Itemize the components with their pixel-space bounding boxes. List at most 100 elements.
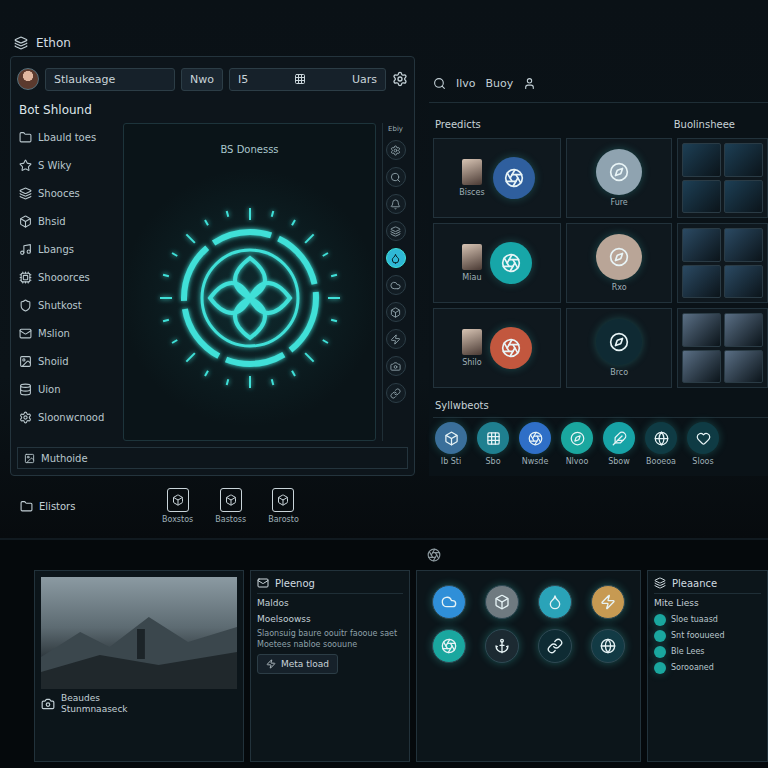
article-heading: Maldos (257, 598, 403, 610)
stage-label: BS Donesss (220, 124, 278, 155)
status-bar: Muthoide (17, 447, 408, 469)
shortcut[interactable]: Sbo (477, 422, 509, 466)
action-button[interactable]: Meta tload (257, 654, 338, 674)
shortcut-circle (687, 422, 719, 454)
sidebar-item[interactable]: Shooces (17, 179, 117, 207)
tool-button[interactable] (386, 248, 406, 268)
control-panel: StlaukeageNwoI5UarsBot ShloundLbauld toe… (10, 56, 415, 476)
shortcut[interactable]: Ib Sti (435, 422, 467, 466)
compass-icon (609, 162, 629, 182)
shortcut[interactable]: Nwsde (519, 422, 551, 466)
top-bar-item[interactable]: Buoy (486, 77, 514, 90)
details-row[interactable]: Snt foouueed (654, 630, 761, 642)
value-field[interactable]: I5Uars (229, 68, 386, 91)
item-icon (19, 243, 32, 256)
shortcut-circle (645, 422, 677, 454)
tool-button[interactable] (386, 194, 406, 214)
sidebar-item[interactable]: Lbauld toes (17, 123, 117, 151)
card-thumb: Bisces (459, 159, 484, 197)
gear-icon[interactable] (392, 71, 408, 87)
details-row[interactable]: Sorooaned (654, 662, 761, 674)
launcher-tile[interactable]: Boxstos (162, 488, 193, 524)
card-circle (596, 319, 642, 365)
card[interactable] (677, 308, 768, 388)
card[interactable]: Bisces (433, 138, 561, 218)
tool-button[interactable] (386, 302, 406, 322)
app-button[interactable] (432, 629, 466, 663)
app-button[interactable] (591, 629, 625, 663)
card-grid: Bisces FureMiauRxoShilo Brco (433, 138, 768, 388)
gallery-tile (682, 265, 721, 299)
sidebar-item[interactable]: Shutkost (17, 291, 117, 319)
tool-button[interactable] (386, 167, 406, 187)
card[interactable]: Shilo (433, 308, 561, 388)
shortcut[interactable]: Nlvoo (561, 422, 593, 466)
sidebar-item[interactable]: Bhsid (17, 207, 117, 235)
profile-field[interactable]: Stlaukeage (45, 68, 175, 91)
tool-button[interactable] (386, 140, 406, 160)
app-button[interactable] (432, 585, 466, 619)
shortcut[interactable]: Booeoa (645, 422, 677, 466)
shortcut[interactable]: Sbow (603, 422, 635, 466)
app-button[interactable] (538, 629, 572, 663)
tool-icon (390, 334, 401, 345)
sidebar-item[interactable]: Lbangs (17, 235, 117, 263)
user-text: Uars (352, 73, 377, 86)
panel-header: Stlaukeage Nwo I5Uars (17, 63, 408, 95)
top-bar-item[interactable]: Ilvo (456, 77, 476, 90)
tool-button[interactable] (386, 383, 406, 403)
sidebar-item[interactable]: Sloonwcnood (17, 403, 117, 431)
gallery-tile (682, 143, 721, 177)
app-button[interactable] (591, 585, 625, 619)
article-title: Pleenog (257, 577, 403, 594)
row-dot (654, 630, 666, 642)
top-bar: Ilvo Buoy (429, 70, 768, 96)
app-button[interactable] (485, 629, 519, 663)
launcher-tile[interactable]: Barosto (268, 488, 299, 524)
shortcut-circle (603, 422, 635, 454)
details-row[interactable]: Sloe tuaasd (654, 614, 761, 626)
tool-button[interactable] (386, 329, 406, 349)
card-circle (490, 327, 532, 369)
dock-grid: BeaudesStunmnaaseckPleenogMaldosMoelsoow… (0, 570, 768, 768)
sidebar-item[interactable]: Shoiid (17, 347, 117, 375)
shortcut-circle (561, 422, 593, 454)
sidebar-item[interactable]: S Wiky (17, 151, 117, 179)
tool-button[interactable] (386, 356, 406, 376)
user-icon[interactable] (523, 77, 536, 90)
panel-body: Lbauld toesS WikyShoocesBhsidLbangsShooo… (17, 123, 408, 441)
layers-icon (654, 577, 666, 589)
details-subtitle: Mite Liess (654, 598, 761, 610)
thumb (462, 159, 482, 185)
app-icon (441, 638, 457, 654)
app-button[interactable] (538, 585, 572, 619)
tool-button[interactable] (386, 275, 406, 295)
item-icon (19, 131, 32, 144)
card[interactable]: Rxo (566, 223, 673, 303)
sidebar-item[interactable]: Mslion (17, 319, 117, 347)
gallery-tile (682, 228, 721, 262)
sidebar-item[interactable]: Shooorces (17, 263, 117, 291)
card[interactable]: Miau (433, 223, 561, 303)
card[interactable]: Fure (566, 138, 673, 218)
card[interactable]: Brco (566, 308, 673, 388)
media-picture[interactable] (41, 577, 237, 689)
details-row[interactable]: Ble Lees (654, 646, 761, 658)
card[interactable] (677, 223, 768, 303)
tool-button[interactable] (386, 221, 406, 241)
tool-strip: Ebiy (382, 123, 408, 441)
avatar[interactable] (17, 68, 39, 90)
shortcut[interactable]: Sloos (687, 422, 719, 466)
search-icon[interactable] (433, 77, 446, 90)
card-circle-col: Brco (596, 319, 642, 377)
tile-icon (220, 488, 242, 512)
sidebar-item[interactable]: Uion (17, 375, 117, 403)
profile-button[interactable]: Nwo (181, 68, 223, 91)
item-icon (19, 383, 32, 396)
card[interactable] (677, 138, 768, 218)
launcher-tile[interactable]: Bastoss (215, 488, 246, 524)
brand-icon (427, 548, 441, 562)
left-column: StlaukeageNwoI5UarsBot ShloundLbauld toe… (10, 56, 415, 538)
media-caption: BeaudesStunmnaaseck (41, 693, 237, 714)
app-button[interactable] (485, 585, 519, 619)
